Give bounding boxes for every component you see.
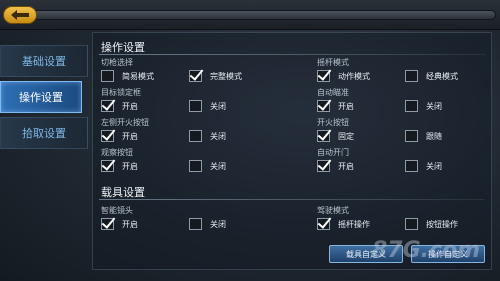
option-label: 开启 [122,131,138,141]
checkbox[interactable] [189,218,202,230]
group-fire-mode: 切枪选择 [101,57,133,68]
option-off[interactable]: 关闭 [405,100,442,112]
option-off[interactable]: 关闭 [189,218,226,230]
option-on[interactable]: 开启 [317,160,354,172]
option-off[interactable]: 关闭 [189,130,226,142]
option-label: 开启 [122,161,138,171]
sidebar-item-label: 操作设置 [19,91,63,104]
checkbox-checked[interactable] [101,218,114,230]
option-simple-mode[interactable]: 简易模式 [101,70,154,82]
section-divider [99,199,485,200]
option-label: 固定 [338,131,354,141]
sidebar-item-label: 基础设置 [22,55,66,68]
checkbox[interactable] [405,160,418,172]
section-title-vehicle: 载具设置 [101,186,145,199]
group-auto-aim: 自动瞄准 [317,87,349,98]
option-on[interactable]: 开启 [317,100,354,112]
group-label: 切枪选择 [101,58,133,67]
option-fixed[interactable]: 固定 [317,130,354,142]
group-fire-button: 开火按钮 [317,117,349,128]
section-title-operation: 操作设置 [101,41,145,54]
option-on[interactable]: 开启 [101,218,138,230]
group-label: 自动瞄准 [317,88,349,97]
sidebar-item-label: 拾取设置 [22,127,66,140]
checkbox-checked[interactable] [101,130,114,142]
option-label: 完整模式 [210,71,242,81]
group-smart-camera: 智能镜头 [101,205,133,216]
checkbox-checked[interactable] [189,70,202,82]
option-label: 关闭 [426,161,442,171]
option-full-mode[interactable]: 完整模式 [189,70,242,82]
option-label: 按钮操作 [426,219,458,229]
group-label: 摇杆模式 [317,58,349,67]
option-label: 跟随 [426,131,442,141]
group-label: 自动开门 [317,148,349,157]
sidebar-item-pickup[interactable]: 拾取设置 [0,117,88,149]
checkbox-checked[interactable] [317,160,330,172]
option-label: 开启 [338,101,354,111]
option-off[interactable]: 关闭 [189,100,226,112]
back-button[interactable] [3,6,37,24]
back-arrow-icon [11,10,29,20]
checkbox-checked[interactable] [317,70,330,82]
group-auto-door: 自动开门 [317,147,349,158]
option-on[interactable]: 开启 [101,100,138,112]
sidebar-item-operation[interactable]: 操作设置 [0,81,82,113]
group-label: 开火按钮 [317,118,349,127]
checkbox[interactable] [405,130,418,142]
sidebar: 基础设置 操作设置 拾取设置 [0,45,88,153]
option-label: 经典模式 [426,71,458,81]
option-label: 摇杆操作 [338,219,370,229]
checkbox[interactable] [405,100,418,112]
option-off[interactable]: 关闭 [189,160,226,172]
option-on[interactable]: 开启 [101,160,138,172]
watermark: 87G.com [372,238,481,263]
group-target-frame: 目标锁定框 [101,87,141,98]
option-label: 关闭 [210,161,226,171]
option-follow[interactable]: 跟随 [405,130,442,142]
top-rail [30,10,496,20]
group-label: 智能镜头 [101,206,133,215]
group-label: 目标锁定框 [101,88,141,97]
group-label: 驾驶模式 [317,206,349,215]
group-drive-mode: 驾驶模式 [317,205,349,216]
checkbox[interactable] [405,218,418,230]
option-label: 关闭 [210,131,226,141]
option-classic-mode[interactable]: 经典模式 [405,70,458,82]
option-label: 开启 [122,219,138,229]
option-label: 关闭 [210,101,226,111]
option-label: 关闭 [426,101,442,111]
option-label: 开启 [338,161,354,171]
option-label: 动作模式 [338,71,370,81]
checkbox[interactable] [189,100,202,112]
settings-panel: 操作设置 切枪选择 简易模式 完整模式 摇杆模式 动作模式 经典模式 目标锁定框… [92,32,492,270]
checkbox[interactable] [189,130,202,142]
checkbox[interactable] [101,70,114,82]
sidebar-item-basic[interactable]: 基础设置 [0,45,88,77]
option-label: 开启 [122,101,138,111]
option-action-mode[interactable]: 动作模式 [317,70,370,82]
checkbox[interactable] [189,160,202,172]
top-bar [0,0,500,30]
option-button[interactable]: 按钮操作 [405,218,458,230]
checkbox-checked[interactable] [101,100,114,112]
group-joystick-mode: 摇杆模式 [317,57,349,68]
checkbox-checked[interactable] [101,160,114,172]
checkbox-checked[interactable] [317,130,330,142]
group-label: 观察按钮 [101,148,133,157]
checkbox-checked[interactable] [317,218,330,230]
group-observe-button: 观察按钮 [101,147,133,158]
option-label: 关闭 [210,219,226,229]
section-divider [99,54,485,55]
checkbox-checked[interactable] [317,100,330,112]
option-on[interactable]: 开启 [101,130,138,142]
option-joystick[interactable]: 摇杆操作 [317,218,370,230]
option-off[interactable]: 关闭 [405,160,442,172]
checkbox[interactable] [405,70,418,82]
option-label: 简易模式 [122,71,154,81]
